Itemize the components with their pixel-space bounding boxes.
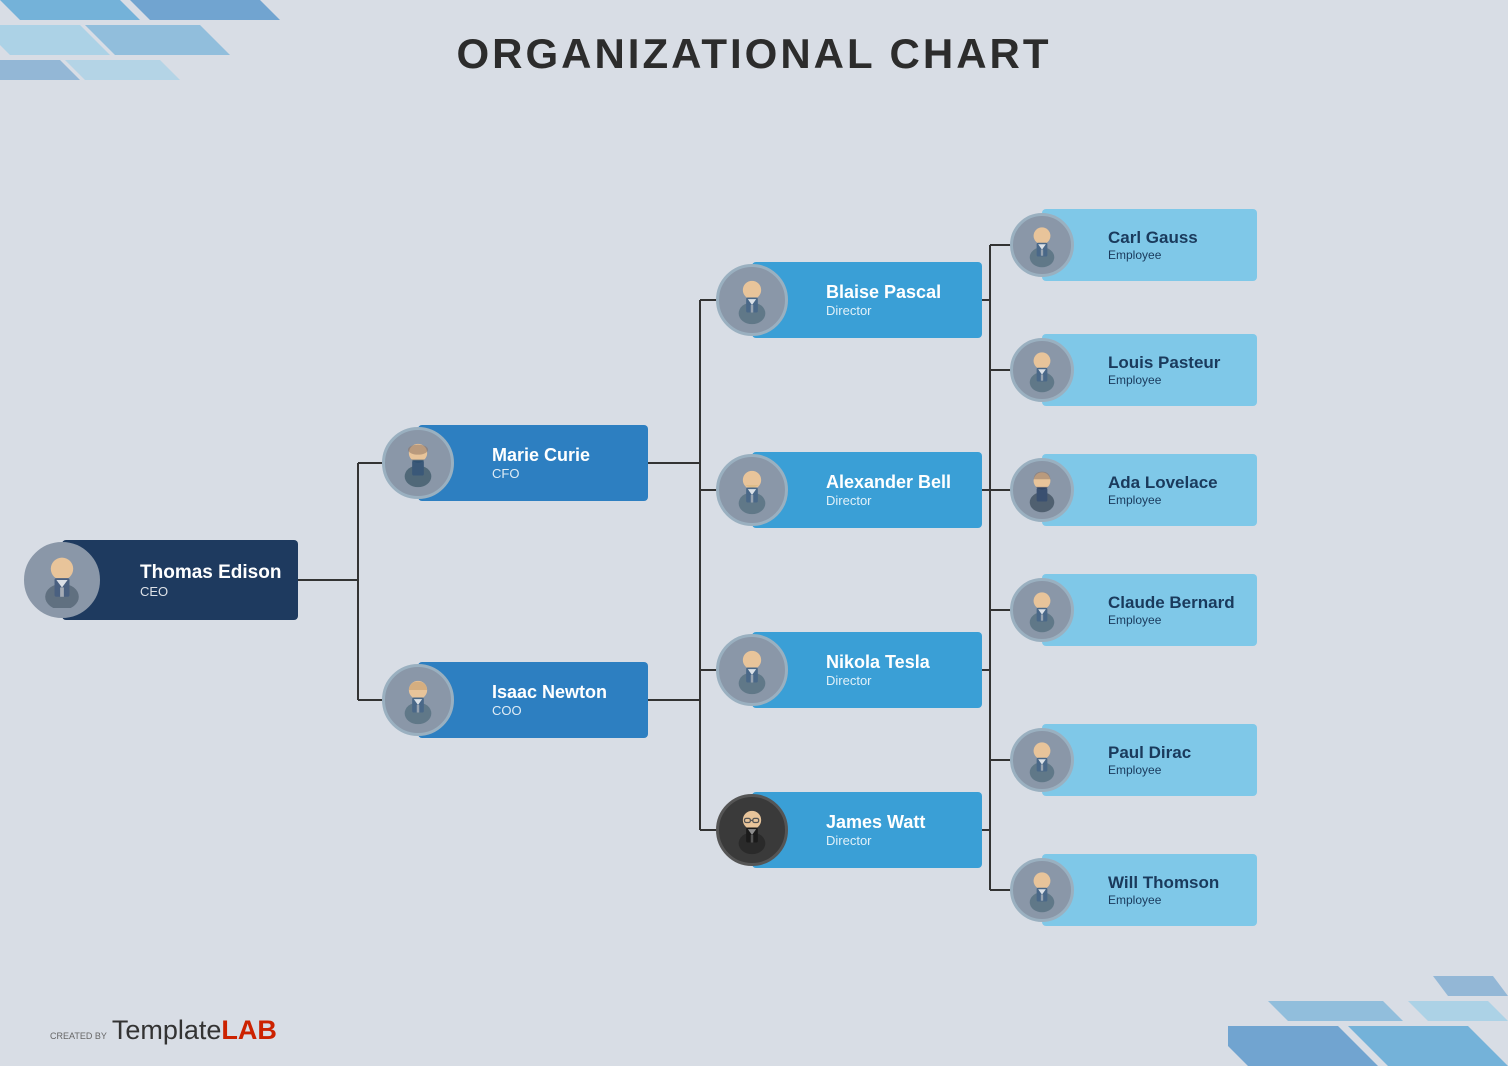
employee-title-1: Employee (1108, 373, 1220, 387)
watermark-template: Template (112, 1015, 222, 1046)
employee-name-3: Claude Bernard (1108, 593, 1235, 613)
director-name-1: Alexander Bell (826, 472, 951, 493)
employee-node-3: Claude Bernard Employee (1042, 574, 1257, 646)
page-title: ORGANIZATIONAL CHART (0, 30, 1508, 78)
director-title-0: Director (826, 303, 941, 318)
employee-title-4: Employee (1108, 763, 1191, 777)
ceo-title: CEO (140, 584, 281, 599)
manager-name-0: Marie Curie (492, 445, 590, 466)
watermark: CREATED BY Template LAB (50, 1015, 277, 1046)
employee-title-0: Employee (1108, 248, 1198, 262)
ceo-avatar (24, 542, 100, 618)
manager-title-1: COO (492, 703, 607, 718)
director-node-0: Blaise Pascal Director (752, 262, 982, 338)
director-name-2: Nikola Tesla (826, 652, 930, 673)
employee-name-1: Louis Pasteur (1108, 353, 1220, 373)
employee-name-4: Paul Dirac (1108, 743, 1191, 763)
employee-title-5: Employee (1108, 893, 1219, 907)
director-name-3: James Watt (826, 812, 925, 833)
director-title-2: Director (826, 673, 930, 688)
employee-name-2: Ada Lovelace (1108, 473, 1218, 493)
manager-node-1: Isaac Newton COO (418, 662, 648, 738)
employee-node-5: Will Thomson Employee (1042, 854, 1257, 926)
director-node-1: Alexander Bell Director (752, 452, 982, 528)
employee-node-1: Louis Pasteur Employee (1042, 334, 1257, 406)
employee-node-4: Paul Dirac Employee (1042, 724, 1257, 796)
director-node-3: James Watt Director (752, 792, 982, 868)
employee-title-3: Employee (1108, 613, 1235, 627)
director-title-3: Director (826, 833, 925, 848)
watermark-lab: LAB (221, 1015, 277, 1046)
manager-node-0: Marie Curie CFO (418, 425, 648, 501)
employee-name-0: Carl Gauss (1108, 228, 1198, 248)
director-node-2: Nikola Tesla Director (752, 632, 982, 708)
employee-title-2: Employee (1108, 493, 1218, 507)
manager-avatar-1 (382, 664, 454, 736)
ceo-name: Thomas Edison (140, 562, 281, 584)
employee-name-5: Will Thomson (1108, 873, 1219, 893)
ceo-node: Thomas Edison CEO (62, 540, 298, 620)
manager-avatar-0 (382, 427, 454, 499)
employee-node-0: Carl Gauss Employee (1042, 209, 1257, 281)
employee-node-2: Ada Lovelace Employee (1042, 454, 1257, 526)
watermark-created-by: CREATED BY (50, 1031, 107, 1042)
director-name-0: Blaise Pascal (826, 282, 941, 303)
director-title-1: Director (826, 493, 951, 508)
manager-name-1: Isaac Newton (492, 682, 607, 703)
manager-title-0: CFO (492, 466, 590, 481)
